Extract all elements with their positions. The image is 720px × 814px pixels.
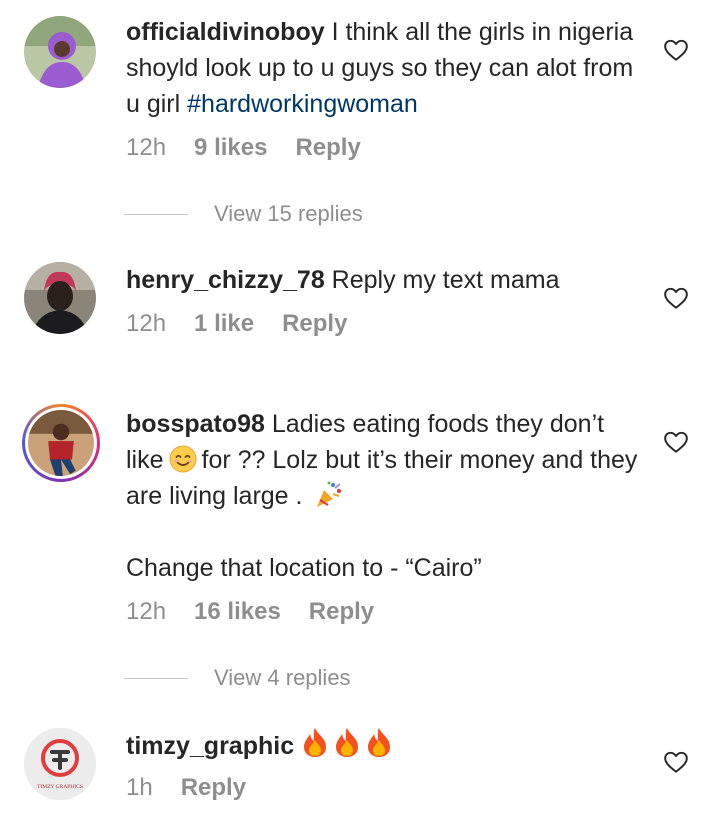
avatar[interactable]: TIMZY GRAPHICS bbox=[24, 728, 96, 800]
comment-username[interactable]: timzy_graphic bbox=[126, 732, 294, 760]
view-replies-button[interactable]: View 4 replies bbox=[124, 663, 351, 693]
comment-username[interactable]: officialdivinoboy bbox=[126, 18, 325, 46]
comment-time: 1h bbox=[126, 774, 153, 801]
comment-body: officialdivinoboy I think all the girls … bbox=[126, 14, 646, 122]
avatar[interactable] bbox=[24, 16, 96, 88]
comment-likes[interactable]: 16 likes bbox=[194, 598, 281, 625]
comment-time: 12h bbox=[126, 598, 167, 625]
comment-body: timzy_graphic bbox=[126, 726, 646, 768]
comment-text: Reply my text mama bbox=[324, 266, 560, 294]
divider-line bbox=[124, 213, 188, 215]
comment-time: 12h bbox=[126, 134, 167, 161]
view-replies-button[interactable]: View 15 replies bbox=[124, 199, 363, 229]
comment-text-cont: for ?? Lolz but it’s their money and the… bbox=[126, 446, 638, 510]
comment-likes[interactable]: 1 like bbox=[194, 310, 254, 337]
heart-icon[interactable] bbox=[663, 285, 689, 311]
view-replies-label: View 15 replies bbox=[214, 201, 363, 226]
reply-button[interactable]: Reply bbox=[295, 134, 360, 161]
comment-text-line2: Change that location to - “Cairo” bbox=[126, 554, 482, 582]
comment-username[interactable]: bosspato98 bbox=[126, 410, 265, 438]
avatar[interactable] bbox=[24, 262, 96, 334]
fire-icon bbox=[332, 726, 362, 758]
reply-button[interactable]: Reply bbox=[309, 598, 374, 625]
comment-time: 12h bbox=[126, 310, 167, 337]
fire-emoji-group bbox=[300, 726, 396, 768]
avatar-story-ring[interactable] bbox=[22, 404, 100, 482]
comment-meta: 12h 1 like Reply bbox=[126, 309, 375, 339]
fire-icon bbox=[364, 726, 394, 758]
heart-icon[interactable] bbox=[663, 749, 689, 775]
reply-button[interactable]: Reply bbox=[181, 774, 246, 801]
comment-hashtag[interactable]: #hardworkingwoman bbox=[187, 90, 418, 118]
fire-icon bbox=[300, 726, 330, 758]
avatar-image bbox=[24, 262, 96, 334]
comment-username[interactable]: henry_chizzy_78 bbox=[126, 266, 325, 294]
comment-meta: 1h Reply bbox=[126, 773, 274, 803]
comment-meta: 12h 9 likes Reply bbox=[126, 133, 389, 163]
avatar-image bbox=[28, 410, 94, 476]
comment-likes[interactable]: 9 likes bbox=[194, 134, 267, 161]
divider-line bbox=[124, 677, 188, 679]
view-replies-label: View 4 replies bbox=[214, 665, 351, 690]
comment-body: bosspato98 Ladies eating foods they don’… bbox=[126, 406, 646, 586]
comment-meta: 12h 16 likes Reply bbox=[126, 597, 402, 627]
heart-icon[interactable] bbox=[663, 429, 689, 455]
avatar-image bbox=[24, 16, 96, 88]
party-popper-emoji bbox=[313, 480, 343, 510]
comment-body: henry_chizzy_78 Reply my text mama bbox=[126, 262, 646, 298]
reply-button[interactable]: Reply bbox=[282, 310, 347, 337]
avatar-logo-text: TIMZY GRAPHICS bbox=[37, 784, 83, 790]
heart-icon[interactable] bbox=[663, 37, 689, 63]
smiling-face-emoji bbox=[168, 444, 198, 474]
avatar-image: TIMZY GRAPHICS bbox=[24, 728, 96, 800]
